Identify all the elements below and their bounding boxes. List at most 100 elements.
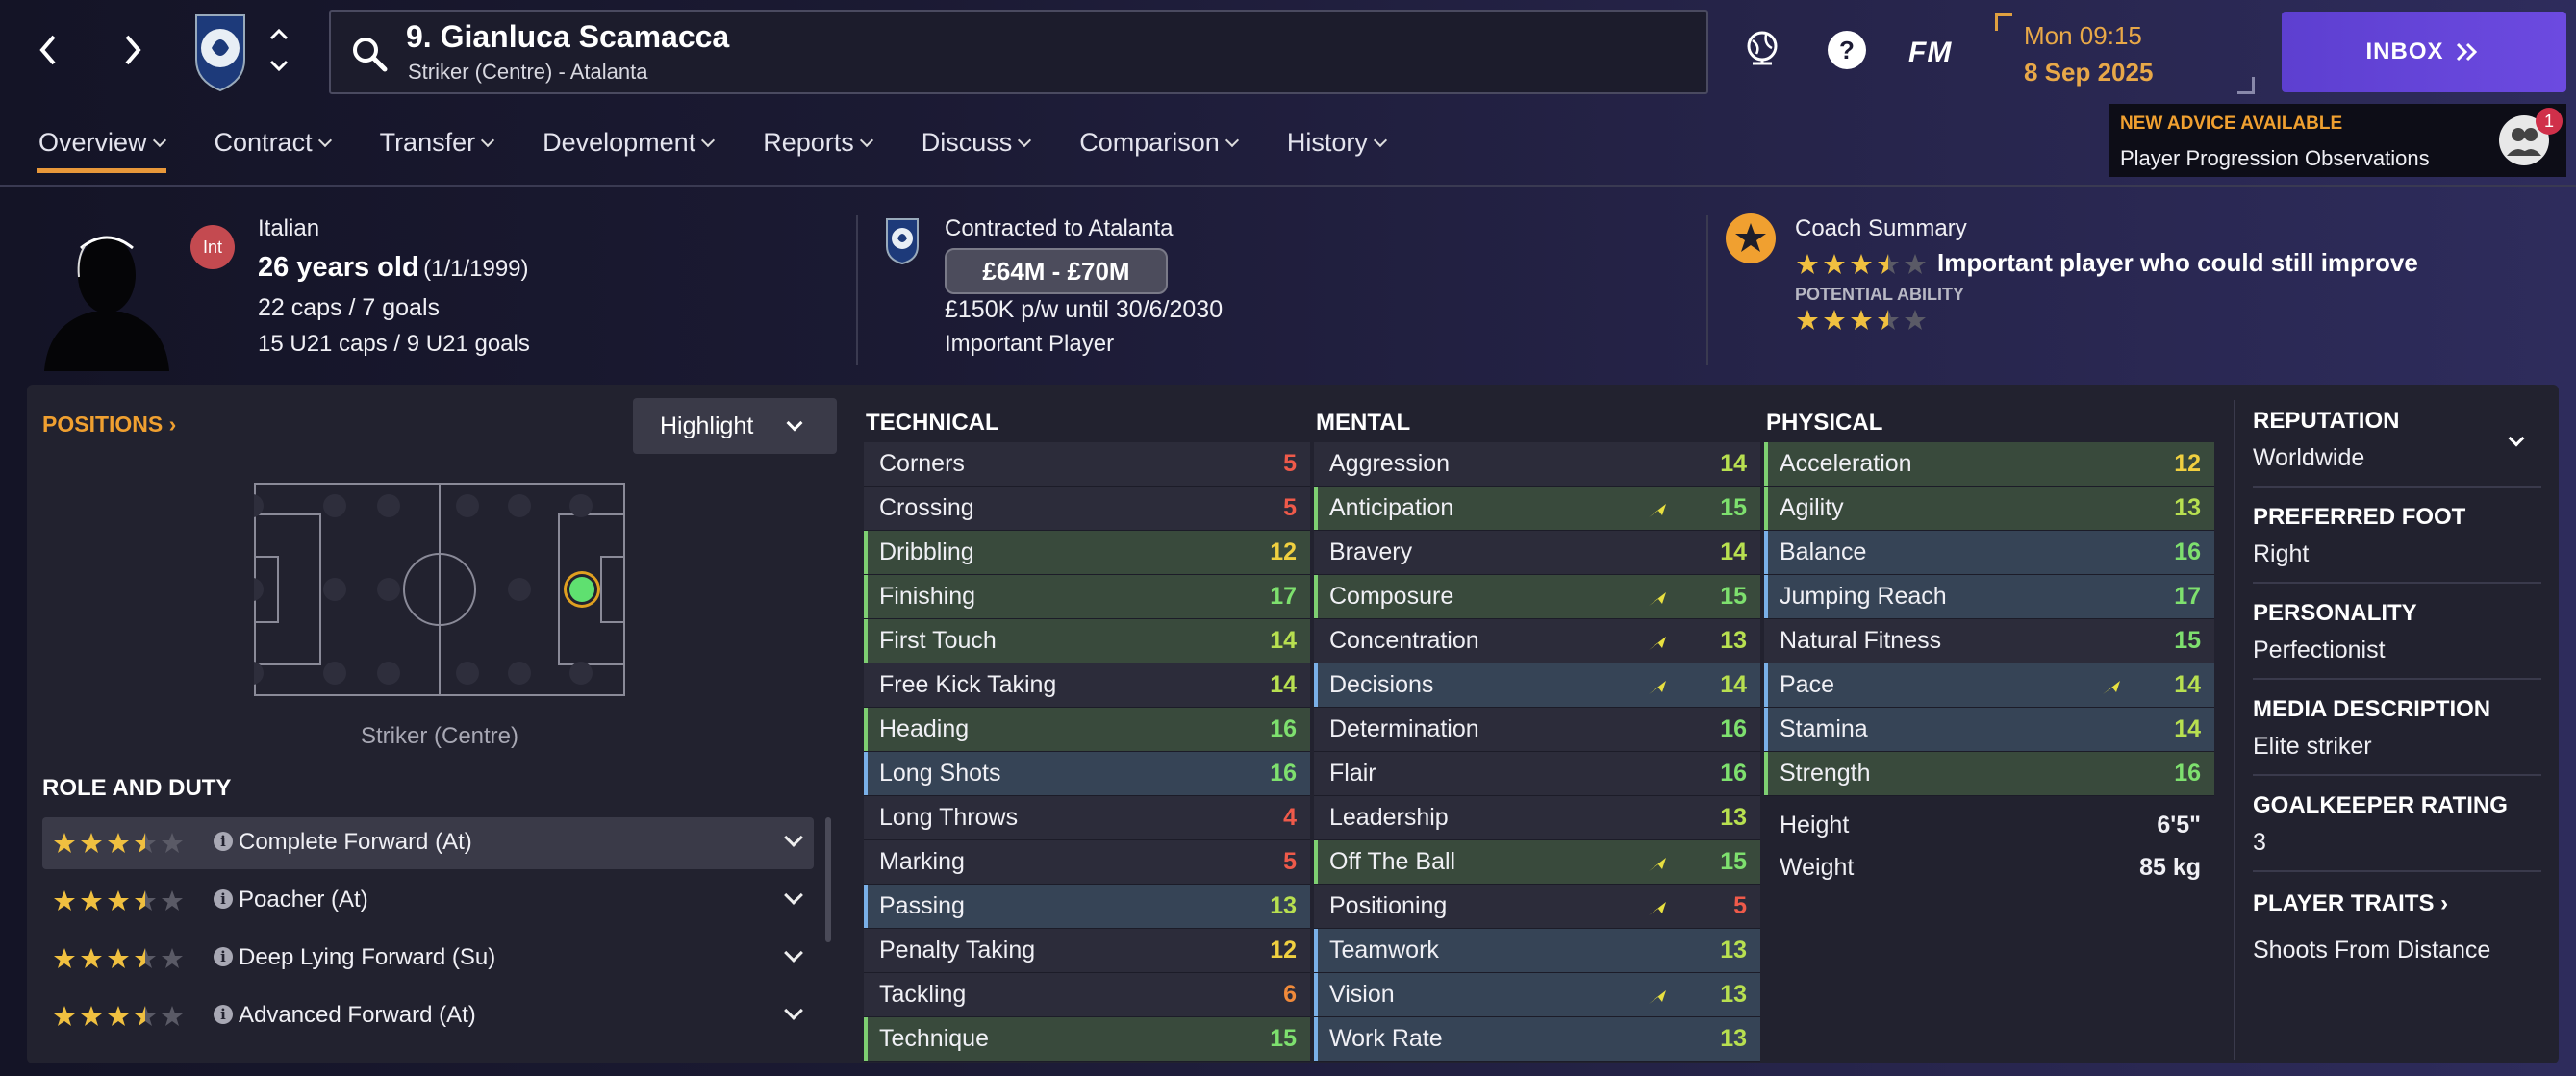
divider [856,215,858,365]
chevron-down-icon[interactable] [784,828,803,847]
help-icon[interactable]: ? [1824,27,1870,73]
role-row[interactable]: i Advanced Forward (At) [42,990,814,1042]
chevron-down-icon [786,414,803,432]
attribute-row[interactable]: Decisions 14 [1314,663,1760,708]
role-label: Complete Forward (At) [239,829,472,855]
attribute-row[interactable]: Concentration 13 [1314,619,1760,663]
advice-notification[interactable]: NEW ADVICE AVAILABLE Player Progression … [2109,104,2566,177]
club-badge-icon[interactable] [192,10,248,92]
attribute-name: Long Throws [879,804,1019,831]
age-line: 26 years old (1/1/1999) [258,252,529,284]
star-icon [162,948,183,968]
attribute-row[interactable]: Stamina 14 [1764,708,2214,752]
attribute-row[interactable]: Jumping Reach 17 [1764,575,2214,619]
attribute-row[interactable]: Crossing 5 [864,487,1310,531]
info-icon[interactable]: i [214,947,233,966]
attribute-row[interactable]: Bravery 14 [1314,531,1760,575]
attribute-row[interactable]: Leadership 13 [1314,796,1760,840]
tab-contract[interactable]: Contract [195,115,349,173]
tab-discuss[interactable]: Discuss [902,115,1049,173]
player-switch-stepper[interactable] [262,21,296,79]
attribute-row[interactable]: Determination 16 [1314,708,1760,752]
attribute-row[interactable]: Flair 16 [1314,752,1760,796]
reputation-block[interactable]: REPUTATION Worldwide [2253,408,2541,488]
height-row: Height 6'5" [1764,804,2214,846]
attribute-row[interactable]: Natural Fitness 15 [1764,619,2214,663]
game-date: 8 Sep 2025 [2024,58,2154,87]
tab-overview[interactable]: Overview [19,115,184,173]
attribute-row[interactable]: Composure 15 [1314,575,1760,619]
attribute-row[interactable]: Strength 16 [1764,752,2214,796]
position-pitch[interactable] [254,483,625,696]
highlight-dropdown[interactable]: Highlight [633,398,837,454]
chevron-down-icon[interactable] [784,1001,803,1020]
attribute-row[interactable]: Heading 16 [864,708,1310,752]
media-description-value: Elite striker [2253,733,2372,760]
chevron-up-icon [269,28,289,40]
inbox-button[interactable]: INBOX [2282,12,2566,92]
contract-club: Contracted to Atalanta [945,215,1174,241]
tab-history[interactable]: History [1268,115,1404,173]
role-row[interactable]: i Poacher (At) [42,875,814,927]
info-icon[interactable]: i [214,832,233,851]
attribute-row[interactable]: Long Throws 4 [864,796,1310,840]
attribute-row[interactable]: Positioning 5 [1314,885,1760,929]
role-list-scrollbar[interactable] [825,817,831,942]
chevron-down-icon[interactable] [784,943,803,963]
tab-reports[interactable]: Reports [744,115,891,173]
attribute-row[interactable]: Off The Ball 15 [1314,840,1760,885]
role-row[interactable]: i Deep Lying Forward (Su) [42,933,814,985]
attribute-value: 5 [1283,450,1297,477]
height-value: 6'5" [2157,812,2201,838]
player-traits-link[interactable]: PLAYER TRAITS › [2253,890,2541,917]
attribute-row[interactable]: Pace 14 [1764,663,2214,708]
attribute-row[interactable]: Marking 5 [864,840,1310,885]
attribute-value: 15 [1720,583,1747,610]
role-row[interactable]: i Complete Forward (At) [42,817,814,869]
tab-development[interactable]: Development [523,115,732,173]
globe-icon[interactable] [1739,27,1785,73]
positions-link[interactable]: POSITIONS › [42,412,176,438]
player-search-bar[interactable]: 9. Gianluca Scamacca Striker (Centre) - … [329,10,1708,94]
info-icon[interactable]: i [214,1005,233,1024]
squad-status: Important Player [945,331,1115,357]
attribute-row[interactable]: Acceleration 12 [1764,442,2214,487]
back-button[interactable] [19,21,77,79]
divider [2234,400,2235,1060]
attribute-row[interactable]: Corners 5 [864,442,1310,487]
attribute-row[interactable]: Tackling 6 [864,973,1310,1017]
star-icon [1824,310,1845,330]
attribute-value: 16 [2174,538,2201,565]
attribute-row[interactable]: Free Kick Taking 14 [864,663,1310,708]
attribute-row[interactable]: Teamwork 13 [1314,929,1760,973]
attribute-row[interactable]: Vision 13 [1314,973,1760,1017]
attribute-row[interactable]: Long Shots 16 [864,752,1310,796]
goalkeeper-rating-value: 3 [2253,829,2266,856]
chevron-down-icon[interactable] [784,886,803,905]
star-icon [1851,310,1872,330]
value-tag[interactable]: £64M - £70M [945,248,1168,294]
fm-logo[interactable]: FM [1908,37,1952,69]
player-position-club: Striker (Centre) - Atalanta [408,60,648,84]
attribute-row[interactable]: Technique 15 [864,1017,1310,1062]
tab-comparison[interactable]: Comparison [1060,115,1256,173]
forward-button[interactable] [104,21,162,79]
attribute-row[interactable]: Aggression 14 [1314,442,1760,487]
attribute-row[interactable]: Work Rate 13 [1314,1017,1760,1062]
attribute-row[interactable]: Penalty Taking 12 [864,929,1310,973]
game-date-button[interactable]: Mon 09:15 8 Sep 2025 [1995,13,2255,94]
tab-transfer[interactable]: Transfer [361,115,513,173]
attribute-row[interactable]: Dribbling 12 [864,531,1310,575]
role-label: Deep Lying Forward (Su) [239,944,496,970]
attribute-name: Acceleration [1780,450,1912,477]
attribute-row[interactable]: Anticipation 15 [1314,487,1760,531]
nationality-badge: Int [190,225,235,269]
attribute-row[interactable]: Balance 16 [1764,531,2214,575]
attribute-row[interactable]: Agility 13 [1764,487,2214,531]
info-icon[interactable]: i [214,889,233,909]
attribute-row[interactable]: Finishing 17 [864,575,1310,619]
attribute-value: 16 [1720,715,1747,742]
attribute-row[interactable]: First Touch 14 [864,619,1310,663]
attribute-value: 17 [1270,583,1297,610]
attribute-row[interactable]: Passing 13 [864,885,1310,929]
